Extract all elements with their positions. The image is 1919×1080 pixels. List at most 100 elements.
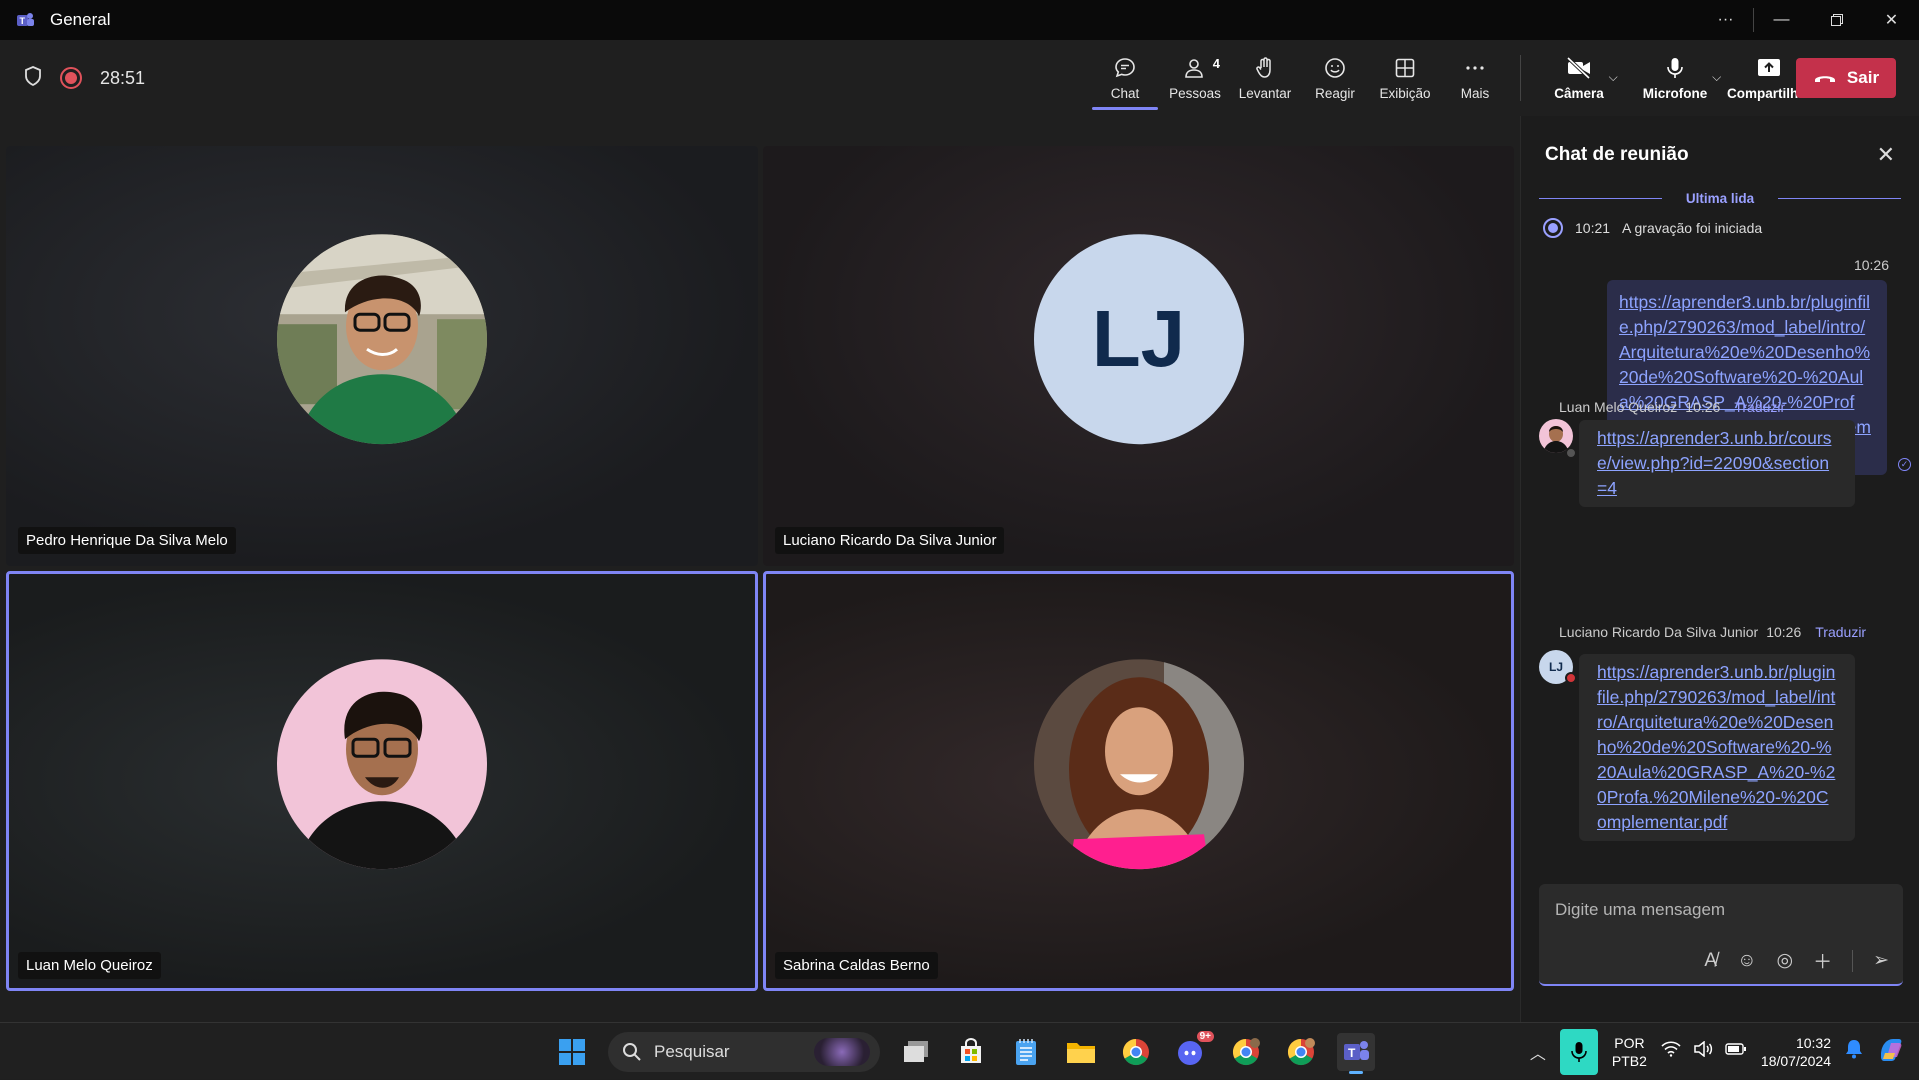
system-text: A gravação foi iniciada <box>1622 220 1763 236</box>
wifi-icon[interactable] <box>1661 1041 1681 1062</box>
message-link[interactable]: https://aprender3.unb.br/course/view.php… <box>1597 428 1831 498</box>
taskbar-clock[interactable]: 10:32 18/07/2024 <box>1761 1034 1831 1070</box>
volume-icon[interactable] <box>1693 1040 1713 1062</box>
camera-label: Câmera <box>1554 85 1604 101</box>
notepad-icon[interactable] <box>1007 1033 1045 1071</box>
keyboard-language[interactable]: POR PTB2 <box>1612 1034 1647 1070</box>
file-explorer-icon[interactable] <box>1062 1033 1100 1071</box>
message-author: Luciano Ricardo Da Silva Junior <box>1559 624 1759 640</box>
message-time: 10:26 <box>1766 624 1802 640</box>
view-label: Exibição <box>1379 85 1431 101</box>
shield-icon[interactable] <box>24 65 42 91</box>
chat-button[interactable]: Chat <box>1090 40 1160 116</box>
presence-icon <box>1565 447 1577 459</box>
microphone-button[interactable]: Microfone ⌵ <box>1642 40 1721 116</box>
chevron-up-icon[interactable]: ︿ <box>1530 1040 1546 1064</box>
people-count: 4 <box>1212 56 1220 71</box>
react-button[interactable]: Reagir <box>1300 40 1370 116</box>
notification-bell-icon[interactable] <box>1845 1039 1863 1064</box>
chat-panel-title: Chat de reunião <box>1545 144 1689 165</box>
more-options-icon[interactable]: ··· <box>1698 0 1753 40</box>
format-icon[interactable]: A̸ <box>1704 950 1717 972</box>
camera-button[interactable]: Câmera ⌵ <box>1554 40 1618 116</box>
meeting-toolbar: 28:51 Chat 4 Pessoas Levantar Reagir Exi… <box>0 40 1919 116</box>
microphone-in-use-icon[interactable] <box>1559 1028 1598 1075</box>
chat-label: Chat <box>1110 85 1140 101</box>
read-receipt-icon: ✓ <box>1898 458 1911 471</box>
microsoft-store-icon[interactable] <box>952 1033 990 1071</box>
react-label: Reagir <box>1315 85 1355 101</box>
teams-taskbar-icon[interactable]: T <box>1337 1032 1375 1074</box>
minimize-button[interactable]: — <box>1754 0 1809 40</box>
recording-icon <box>60 67 82 89</box>
participant-tile[interactable]: Pedro Henrique Da Silva Melo <box>6 146 758 566</box>
people-icon <box>1185 58 1203 78</box>
leave-button[interactable]: Sair <box>1796 58 1896 98</box>
participant-tile[interactable]: LJ Luciano Ricardo Da Silva Junior <box>763 146 1514 566</box>
more-label: Mais <box>1460 85 1490 101</box>
window-title: General <box>50 10 111 29</box>
share-icon <box>1757 58 1780 76</box>
close-window-button[interactable]: ✕ <box>1864 0 1919 40</box>
windows-taskbar: Pesquisar 9+ T ︿ POR PTB2 10:32 18/07/20… <box>0 1022 1919 1079</box>
chrome-profile-icon[interactable] <box>1227 1033 1265 1071</box>
participant-name: Luan Melo Queiroz <box>18 952 161 979</box>
message-meta: Luciano Ricardo Da Silva Junior 10:26 Tr… <box>1559 624 1866 640</box>
emoji-icon[interactable]: ☺ <box>1737 950 1756 972</box>
restore-button[interactable] <box>1809 0 1864 40</box>
clock-time: 10:32 <box>1795 1034 1831 1051</box>
search-label: Pesquisar <box>654 1041 730 1061</box>
taskbar-search[interactable]: Pesquisar <box>608 1031 880 1072</box>
discord-icon[interactable]: 9+ <box>1172 1030 1214 1071</box>
participant-avatar <box>277 659 487 870</box>
title-bar: T General ··· — ✕ <box>0 0 1919 40</box>
plus-icon[interactable]: ＋ <box>1813 947 1832 974</box>
search-icon <box>623 1042 641 1061</box>
people-button[interactable]: 4 Pessoas <box>1160 40 1230 116</box>
message-link[interactable]: https://aprender3.unb.br/pluginfile.php/… <box>1597 662 1835 832</box>
participant-initials-avatar: LJ <box>1033 234 1244 445</box>
translate-link[interactable]: Traduzir <box>1734 399 1785 415</box>
participant-tile[interactable]: Luan Melo Queiroz <box>6 571 758 991</box>
raise-hand-button[interactable]: Levantar <box>1230 40 1300 116</box>
view-button[interactable]: Exibição <box>1370 40 1440 116</box>
participant-name: Luciano Ricardo Da Silva Junior <box>775 527 1005 554</box>
search-highlight-icon <box>814 1037 870 1066</box>
discord-badge: 9+ <box>1196 1030 1214 1042</box>
message-time: 10:26 <box>1685 399 1721 415</box>
microphone-icon <box>1667 57 1683 78</box>
system-message: 10:21 A gravação foi iniciada <box>1543 218 1762 238</box>
chevron-down-icon[interactable]: ⌵ <box>1609 70 1618 85</box>
camera-off-icon <box>1566 56 1591 79</box>
send-icon[interactable]: ➢ <box>1873 949 1889 972</box>
close-icon[interactable]: ✕ <box>1877 142 1895 168</box>
message-bubble: https://aprender3.unb.br/course/view.php… <box>1579 420 1855 507</box>
more-icon <box>1466 65 1484 70</box>
video-stage: Pedro Henrique Da Silva Melo LJ Luciano … <box>0 116 1520 1022</box>
loop-icon[interactable]: ◎ <box>1776 949 1793 972</box>
recording-started-icon <box>1543 218 1563 238</box>
chrome-icon[interactable] <box>1117 1033 1155 1071</box>
message-compose-box[interactable]: Digite uma mensagem A̸ ☺ ◎ ＋ ➢ <box>1539 884 1903 986</box>
participant-tile[interactable]: Sabrina Caldas Berno <box>763 571 1514 991</box>
chevron-down-icon[interactable]: ⌵ <box>1712 70 1721 85</box>
clock-date: 18/07/2024 <box>1760 1052 1831 1069</box>
grid-view-icon <box>1395 58 1415 77</box>
leave-label: Sair <box>1846 68 1880 87</box>
raise-hand-icon <box>1256 56 1271 78</box>
windows-start-icon[interactable] <box>553 1033 591 1071</box>
people-label: Pessoas <box>1169 85 1221 101</box>
translate-link[interactable]: Traduzir <box>1815 624 1866 640</box>
hang-up-icon <box>1814 76 1835 82</box>
microphone-label: Microfone <box>1642 85 1708 101</box>
chrome-profile-icon[interactable] <box>1282 1033 1320 1071</box>
task-view-icon[interactable] <box>897 1033 935 1071</box>
emoji-icon <box>1325 57 1345 78</box>
copilot-icon[interactable] <box>1877 1035 1905 1068</box>
more-button[interactable]: Mais <box>1440 40 1510 116</box>
message-bubble: https://aprender3.unb.br/pluginfile.php/… <box>1579 654 1855 841</box>
participant-name: Pedro Henrique Da Silva Melo <box>18 527 236 554</box>
battery-icon[interactable] <box>1725 1042 1747 1061</box>
participant-name: Sabrina Caldas Berno <box>775 952 938 979</box>
chat-icon <box>1115 57 1135 77</box>
